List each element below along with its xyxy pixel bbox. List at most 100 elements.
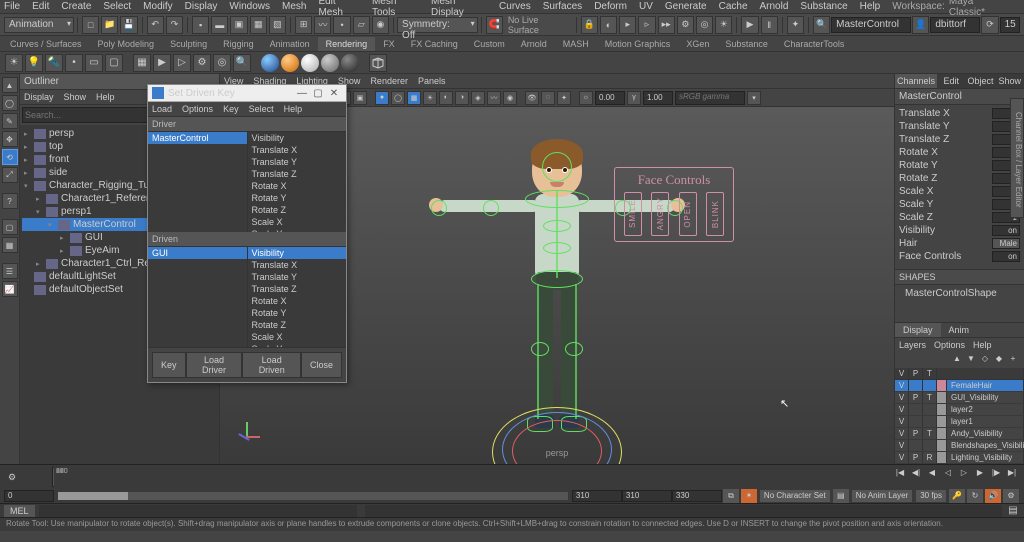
menu-mesh-display[interactable]: Mesh Display — [431, 0, 487, 18]
layer-layer2[interactable]: Vlayer2 — [895, 404, 1024, 416]
menu-display[interactable]: Display — [185, 1, 218, 12]
menu-substance[interactable]: Substance — [800, 1, 847, 12]
vp-aa-icon[interactable]: ◈ — [471, 91, 485, 105]
menu-create[interactable]: Create — [61, 1, 91, 12]
sdk-attr-translatez[interactable]: Translate Z — [248, 283, 347, 295]
menu-help[interactable]: Help — [860, 1, 881, 12]
sdk-item-mastercontrol[interactable]: MasterControl — [148, 132, 247, 144]
symmetry-dropdown[interactable]: Symmetry: Off — [397, 17, 478, 33]
current-frame-input[interactable]: 310 — [622, 490, 672, 502]
layer-layer1[interactable]: Vlayer1 — [895, 416, 1024, 428]
outliner-menu-help[interactable]: Help — [96, 92, 115, 102]
sdk-attr-translatey[interactable]: Translate Y — [248, 156, 347, 168]
face-slider-blink[interactable]: BLINK — [706, 192, 724, 236]
shelf-glass-icon[interactable]: 🔍 — [233, 54, 251, 72]
menu-select[interactable]: Select — [103, 1, 131, 12]
spin-input[interactable]: 15 — [1000, 17, 1021, 33]
display-tab-display[interactable]: Display — [895, 323, 941, 337]
menu-deform[interactable]: Deform — [594, 1, 627, 12]
vp-dof-icon[interactable]: ◉ — [503, 91, 517, 105]
sdk-attr-scalex[interactable]: Scale X — [248, 331, 347, 343]
sdk-attr-rotatex[interactable]: Rotate X — [248, 180, 347, 192]
close-icon[interactable]: ✕ — [326, 88, 342, 99]
menu-windows[interactable]: Windows — [229, 1, 270, 12]
account-icon[interactable]: 👤 — [912, 16, 929, 34]
vp-wire-icon[interactable]: ◯ — [391, 91, 405, 105]
vp-texture-icon[interactable]: ▦ — [407, 91, 421, 105]
sdk-attr-translatez[interactable]: Translate Z — [248, 168, 347, 180]
animlayer-icon[interactable]: ▤ — [833, 489, 849, 503]
sdk-btn-load-driven[interactable]: Load Driven — [242, 352, 301, 378]
outliner-menu-display[interactable]: Display — [24, 92, 54, 102]
sdk-attr-scaley[interactable]: Scale Y — [248, 228, 347, 232]
open-scene-icon[interactable]: 📁 — [101, 16, 118, 34]
shelf-point-icon[interactable]: • — [65, 54, 83, 72]
vp-exposure-input[interactable]: 0.00 — [595, 91, 625, 105]
shader-grey[interactable] — [321, 54, 339, 72]
layer-guivisibility[interactable]: VPTGUI_Visibility — [895, 392, 1024, 404]
channel-box-tab[interactable]: Channel Box / Layer Editor — [1010, 98, 1024, 218]
sdk-menu-help[interactable]: Help — [284, 104, 303, 114]
channel-tab-channels[interactable]: Channels — [895, 74, 937, 88]
shelf-light-icon[interactable]: 💡 — [25, 54, 43, 72]
pause-icon[interactable]: ‖ — [761, 16, 778, 34]
shelf-editor-icon[interactable]: ▦ — [133, 54, 151, 72]
outliner-menu-show[interactable]: Show — [64, 92, 87, 102]
vp-gate-icon[interactable]: ▣ — [353, 91, 367, 105]
step-fwd-icon[interactable]: ▶ — [973, 466, 987, 480]
channel-translate-y[interactable]: Translate Y0 — [897, 120, 1022, 133]
menu-arnold[interactable]: Arnold — [760, 1, 789, 12]
layer-add-sel-icon[interactable]: + — [1007, 354, 1019, 366]
layer-andyvisibility[interactable]: VPTAndy_Visibility — [895, 428, 1024, 440]
account-input[interactable]: dbittorf — [930, 17, 980, 33]
menu-generate[interactable]: Generate — [665, 1, 707, 12]
next-key-icon[interactable]: |▶ — [989, 466, 1003, 480]
shelf-tab-charactertools[interactable]: CharacterTools — [776, 37, 853, 51]
channel-face-controls[interactable]: Face Controlson — [897, 250, 1022, 263]
snap-grid-icon[interactable]: ⊞ — [295, 16, 312, 34]
total-frames-input[interactable]: 330 — [672, 490, 722, 502]
render-seq-icon[interactable]: ▸▸ — [658, 16, 675, 34]
shelf-tab-polymodeling[interactable]: Poly Modeling — [90, 37, 163, 51]
shelf-spot-icon[interactable]: 🔦 — [45, 54, 63, 72]
save-scene-icon[interactable]: 💾 — [120, 16, 137, 34]
channel-rotate-y[interactable]: Rotate Y0 — [897, 159, 1022, 172]
menu-cache[interactable]: Cache — [719, 1, 748, 12]
channel-translate-x[interactable]: Translate X0 — [897, 107, 1022, 120]
layer-blendshapesvisibility[interactable]: VBlendshapes_Visibility — [895, 440, 1024, 452]
layer-new-empty-icon[interactable]: ◇ — [979, 354, 991, 366]
vp-colorspace-input[interactable]: sRGB gamma — [675, 91, 745, 105]
sdk-attr-rotatey[interactable]: Rotate Y — [248, 192, 347, 204]
face-slider-smile[interactable]: SMILE — [624, 192, 642, 236]
go-start-icon[interactable]: |◀ — [893, 466, 907, 480]
vp-menu-panels[interactable]: Panels — [418, 76, 446, 86]
shelf-tab-mash[interactable]: MASH — [555, 37, 597, 51]
shelf-tab-rigging[interactable]: Rigging — [215, 37, 262, 51]
layer-menu-options[interactable]: Options — [934, 340, 965, 350]
vp-cs-dd-icon[interactable]: ▾ — [747, 91, 761, 105]
vp-xray-icon[interactable]: ◌ — [541, 91, 555, 105]
prefs-icon[interactable]: ⚙ — [1003, 489, 1019, 503]
sdk-attr-scalex[interactable]: Scale X — [248, 216, 347, 228]
shader-white[interactable] — [301, 54, 319, 72]
shelf-settings-icon[interactable]: ⚙ — [193, 54, 211, 72]
scale-tool-icon[interactable]: ⤢ — [2, 167, 18, 183]
xgen-icon[interactable]: ✦ — [787, 16, 804, 34]
charset-dropdown[interactable]: No Character Set — [760, 490, 830, 502]
layer-move-up-icon[interactable]: ▲ — [951, 354, 963, 366]
shelf-tab-animation[interactable]: Animation — [262, 37, 318, 51]
snap-point-icon[interactable]: • — [333, 16, 350, 34]
select-tool-icon[interactable]: ▲ — [2, 77, 18, 93]
channel-visibility[interactable]: Visibilityon — [897, 224, 1022, 237]
sdk-menu-options[interactable]: Options — [182, 104, 213, 114]
sdk-attr-rotatex[interactable]: Rotate X — [248, 295, 347, 307]
shelf-tab-custom[interactable]: Custom — [466, 37, 513, 51]
vp-shade-icon[interactable]: ● — [375, 91, 389, 105]
sdk-attr-translatey[interactable]: Translate Y — [248, 271, 347, 283]
sdk-attr-rotatey[interactable]: Rotate Y — [248, 307, 347, 319]
channel-scale-y[interactable]: Scale Y1 — [897, 198, 1022, 211]
undo-icon[interactable]: ↶ — [147, 16, 164, 34]
vp-gamma-icon[interactable]: γ — [627, 91, 641, 105]
single-view-icon[interactable]: ▢ — [2, 219, 18, 235]
go-end-icon[interactable]: ▶| — [1005, 466, 1019, 480]
